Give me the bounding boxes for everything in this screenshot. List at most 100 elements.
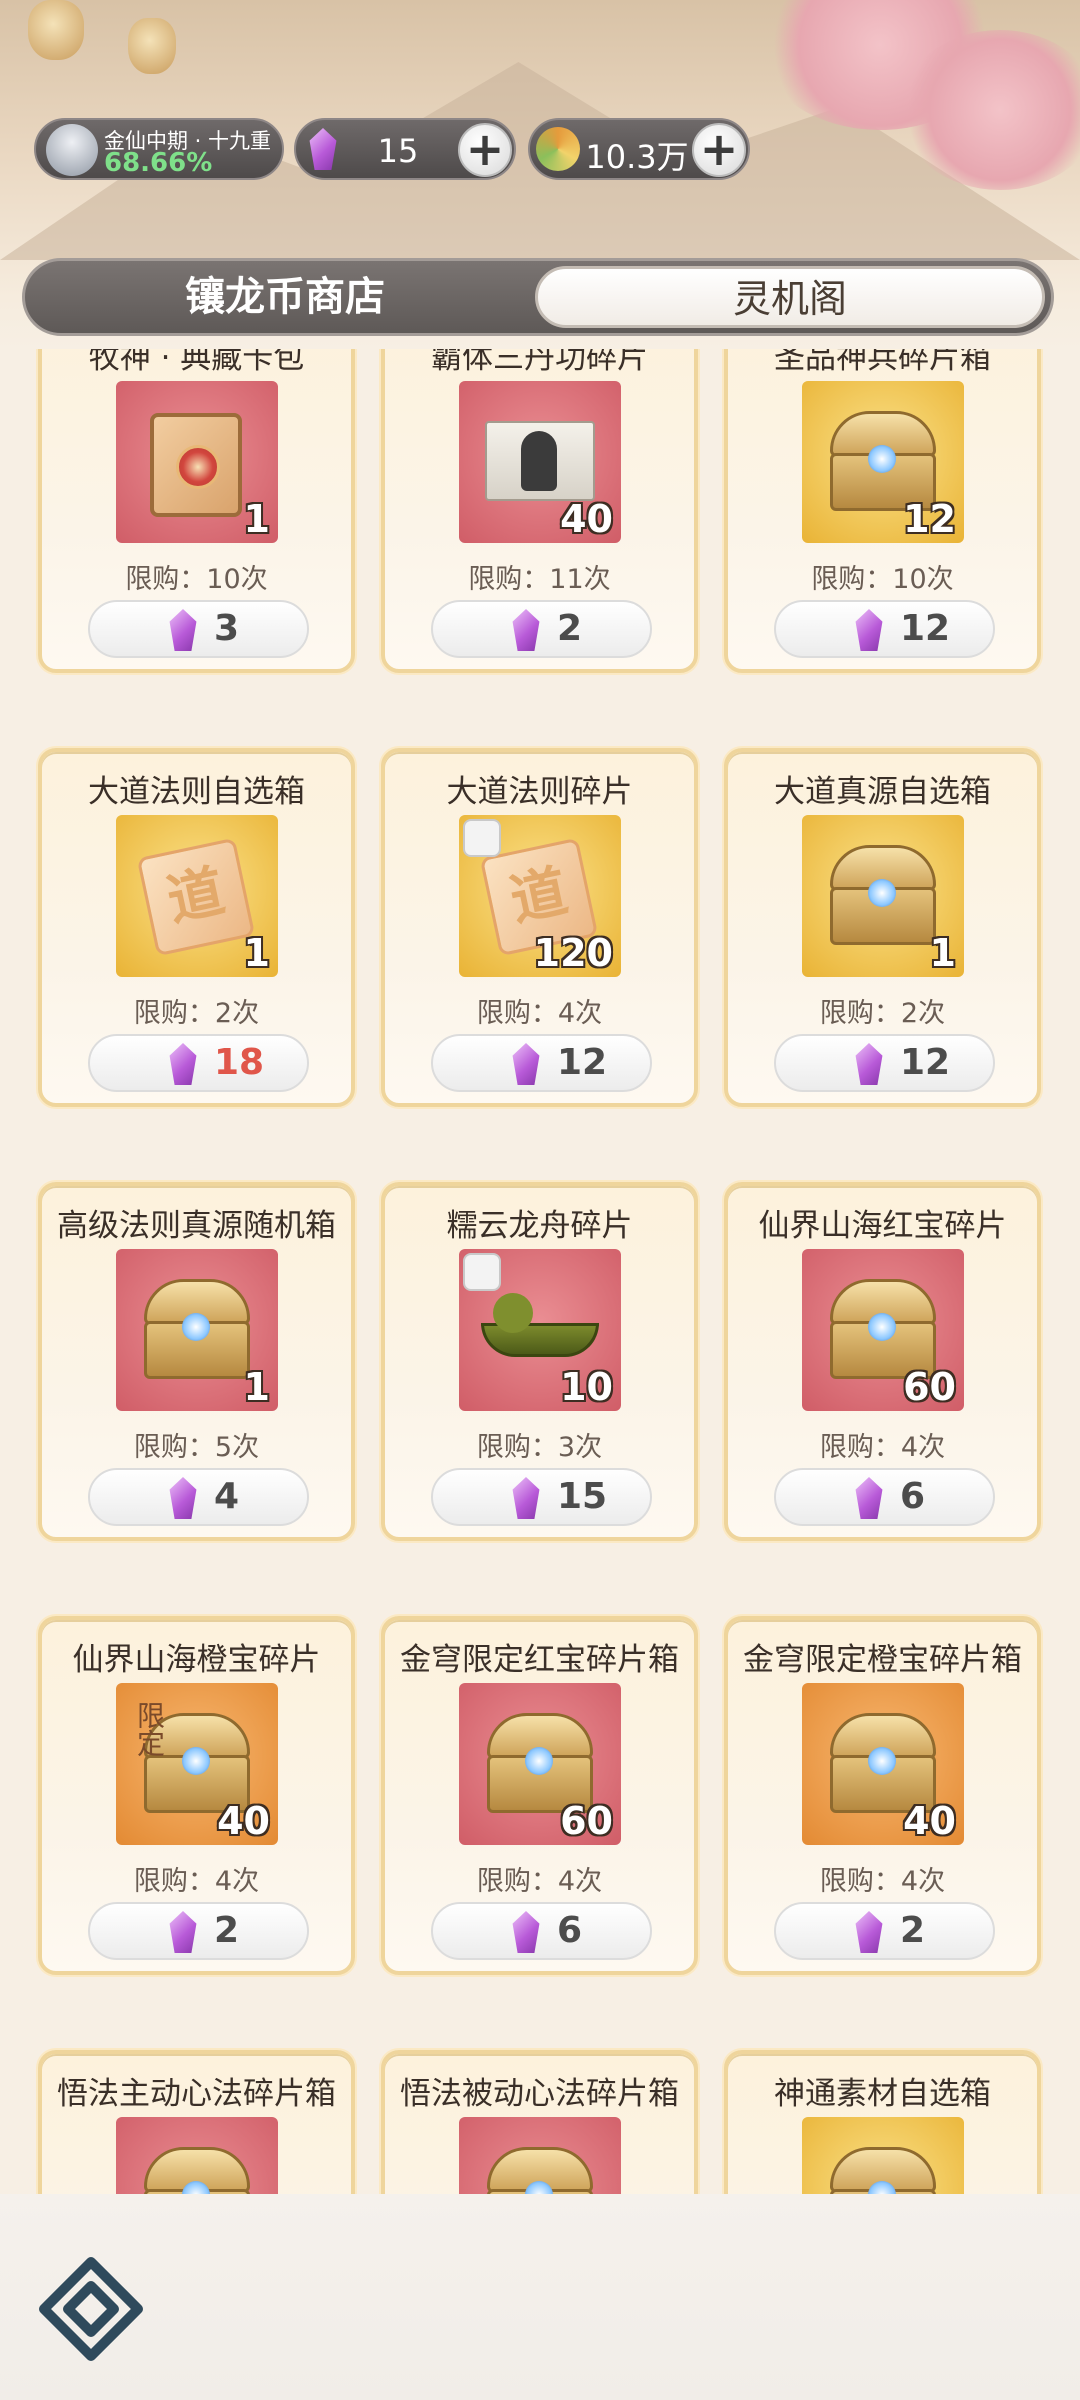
item-quantity: 40 [217, 1799, 270, 1843]
crystal-amount: 15 [377, 132, 419, 170]
item-title: 牧神 · 典藏卡包 [88, 349, 305, 376]
item-quantity: 1 [243, 497, 270, 541]
item-title: 仙界山海橙宝碎片 [72, 1642, 321, 1678]
puzzle-piece-icon [463, 1253, 501, 1291]
item-title: 圣品神兵碎片箱 [774, 349, 991, 376]
purchase-limit: 限购：5次 [133, 1432, 260, 1463]
buy-button[interactable]: 2 [431, 600, 652, 658]
item-price: 4 [214, 1476, 240, 1517]
shop-item-card[interactable]: 霸体三丹功碎片 40 限购：11次 2 [381, 349, 698, 673]
item-price: 12 [900, 608, 951, 649]
item-icon-box[interactable]: 限定 40 [116, 1683, 278, 1845]
purchase-limit: 限购：4次 [476, 998, 603, 1029]
item-icon-box[interactable] [116, 2117, 278, 2194]
tab-dragon-coin-shop[interactable]: 镶龙币商店 [25, 261, 545, 333]
buy-button[interactable]: 4 [88, 1468, 309, 1526]
shop-item-card[interactable]: 高级法则真源随机箱 1 限购：5次 4 [38, 1182, 355, 1541]
shop-tabs: 镶龙币商店 灵机阁 [22, 258, 1054, 336]
item-icon-box[interactable]: 60 [802, 1249, 964, 1411]
item-price: 18 [214, 1042, 265, 1083]
purchase-limit: 限购：3次 [476, 1432, 603, 1463]
item-quantity: 60 [903, 1365, 956, 1409]
item-quantity: 10 [560, 1365, 613, 1409]
item-price: 12 [900, 1042, 951, 1083]
realm-status[interactable]: 金仙中期 · 十九重 68.66% [34, 118, 284, 180]
item-price: 15 [557, 1476, 608, 1517]
item-icon-box[interactable]: 10 [459, 1249, 621, 1411]
buy-button[interactable]: 18 [88, 1034, 309, 1092]
item-title: 糯云龙舟碎片 [446, 1208, 633, 1244]
item-quantity: 1 [243, 931, 270, 975]
buy-button[interactable]: 2 [774, 1902, 995, 1960]
item-quantity: 40 [903, 1799, 956, 1843]
item-icon-box[interactable]: 道 120 [459, 815, 621, 977]
item-icon-box[interactable]: 1 [116, 381, 278, 543]
shop-item-card[interactable]: 金穹限定橙宝碎片箱 40 限购：4次 2 [724, 1616, 1041, 1975]
buy-button[interactable]: 2 [88, 1902, 309, 1960]
card-pack-icon [138, 405, 256, 517]
item-title: 大道真源自选箱 [774, 774, 991, 810]
item-price: 3 [214, 608, 240, 649]
lantern-decoration [28, 0, 84, 60]
item-title: 神通素材自选箱 [774, 2076, 991, 2112]
crystal-icon [169, 1911, 197, 1953]
crystal-icon [855, 1911, 883, 1953]
item-price: 2 [557, 608, 583, 649]
shop-item-card[interactable]: 悟法被动心法碎片箱 [381, 2050, 698, 2194]
add-crystal-button[interactable]: + [458, 123, 512, 177]
item-quantity: 120 [533, 931, 613, 975]
buy-button[interactable]: 6 [774, 1468, 995, 1526]
shop-item-card[interactable]: 大道法则碎片道 120 限购：4次 12 [381, 748, 698, 1107]
item-title: 仙界山海红宝碎片 [758, 1208, 1007, 1244]
add-spirit-button[interactable]: + [692, 123, 746, 177]
buy-button[interactable]: 12 [431, 1034, 652, 1092]
menu-diamond-icon[interactable] [36, 2254, 146, 2364]
buy-button[interactable]: 15 [431, 1468, 652, 1526]
buy-button[interactable]: 12 [774, 1034, 995, 1092]
item-icon-box[interactable]: 40 [802, 1683, 964, 1845]
item-quantity: 1 [243, 1365, 270, 1409]
shop-item-card[interactable]: 大道法则自选箱道 1 限购：2次 18 [38, 748, 355, 1107]
crystal-icon [512, 1043, 540, 1085]
item-icon-box[interactable]: 1 [802, 815, 964, 977]
item-icon-box[interactable]: 1 [116, 1249, 278, 1411]
puzzle-piece-icon [463, 819, 501, 857]
buy-button[interactable]: 12 [774, 600, 995, 658]
shop-item-card[interactable]: 圣品神兵碎片箱 12 限购：10次 12 [724, 349, 1041, 673]
avatar [46, 124, 98, 176]
treasure-chest-icon [824, 839, 942, 951]
shop-item-card[interactable]: 大道真源自选箱 1 限购：2次 12 [724, 748, 1041, 1107]
shop-item-card[interactable]: 糯云龙舟碎片 10 限购：3次 15 [381, 1182, 698, 1541]
item-title: 悟法被动心法碎片箱 [400, 2076, 679, 2112]
item-title: 大道法则自选箱 [88, 774, 305, 810]
spirit-currency: 10.3万 + [528, 118, 750, 180]
item-icon-box[interactable]: 40 [459, 381, 621, 543]
item-icon-box[interactable] [802, 2117, 964, 2194]
shop-item-card[interactable]: 神通素材自选箱 [724, 2050, 1041, 2194]
crystal-icon [309, 128, 337, 170]
item-title: 金穹限定橙宝碎片箱 [743, 1642, 1022, 1678]
item-grid: 牧神 · 典藏卡包 1 限购：10次 3 霸体三丹功碎片 40 限购：11次 2 圣品神兵碎片箱… [0, 349, 1080, 2194]
treasure-chest-icon [138, 2141, 256, 2194]
treasure-chest-icon [824, 2141, 942, 2194]
buy-button[interactable]: 3 [88, 600, 309, 658]
tab-lingji-pavilion[interactable]: 灵机阁 [535, 266, 1045, 328]
item-price: 6 [900, 1476, 926, 1517]
purchase-limit: 限购：4次 [133, 1866, 260, 1897]
crystal-icon [512, 1477, 540, 1519]
item-icon-box[interactable]: 道1 [116, 815, 278, 977]
crystal-icon [512, 609, 540, 651]
shop-item-card[interactable]: 牧神 · 典藏卡包 1 限购：10次 3 [38, 349, 355, 673]
shop-item-card[interactable]: 仙界山海红宝碎片 60 限购：4次 6 [724, 1182, 1041, 1541]
shop-item-card[interactable]: 悟法主动心法碎片箱 [38, 2050, 355, 2194]
item-icon-box[interactable]: 60 [459, 1683, 621, 1845]
lantern-decoration [128, 18, 176, 74]
shop-item-card[interactable]: 金穹限定红宝碎片箱 60 限购：4次 6 [381, 1616, 698, 1975]
purchase-limit: 限购：4次 [819, 1432, 946, 1463]
shop-item-card[interactable]: 仙界山海橙宝碎片限定 40 限购：4次 2 [38, 1616, 355, 1975]
item-icon-box[interactable] [459, 2117, 621, 2194]
buy-button[interactable]: 6 [431, 1902, 652, 1960]
crystal-icon [169, 1043, 197, 1085]
crystal-icon [512, 1911, 540, 1953]
item-icon-box[interactable]: 12 [802, 381, 964, 543]
